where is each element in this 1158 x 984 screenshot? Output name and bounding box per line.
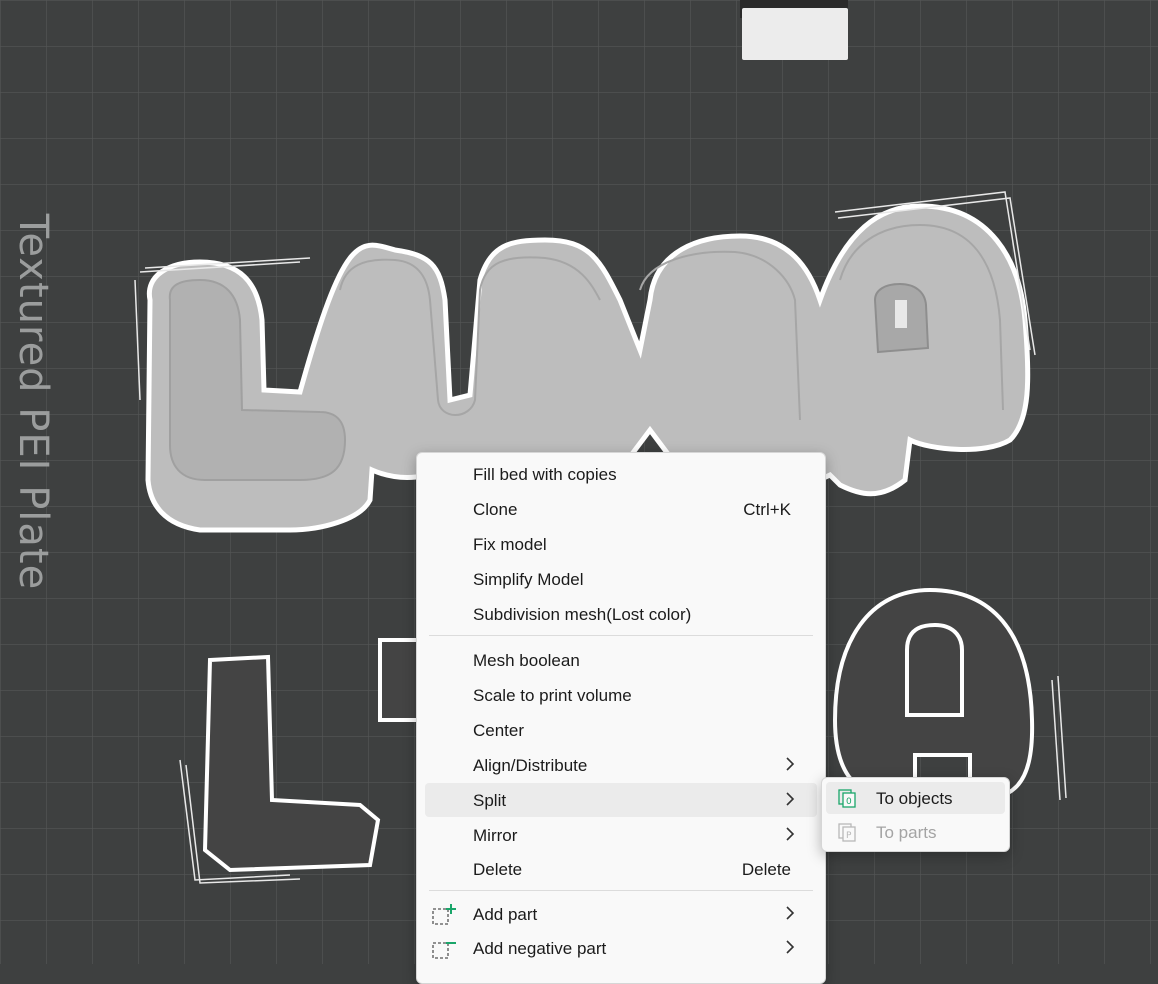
split-submenu: 0 To objects P To parts <box>821 777 1010 852</box>
menu-item-align-distribute[interactable]: Align/Distribute <box>425 748 817 782</box>
chevron-right-icon <box>786 827 795 841</box>
chevron-right-icon <box>786 757 795 771</box>
add-negative-part-icon <box>432 942 456 959</box>
context-menu: Fill bed with copies Clone Ctrl+K Fix mo… <box>416 452 826 984</box>
menu-separator <box>429 890 813 891</box>
menu-item-mirror[interactable]: Mirror <box>425 818 817 852</box>
menu-item-label: Split <box>473 791 507 810</box>
menu-item-label: Subdivision mesh(Lost color) <box>473 605 692 624</box>
menu-separator <box>429 635 813 636</box>
menu-item-fill-bed[interactable]: Fill bed with copies <box>425 457 817 491</box>
to-parts-icon: P <box>838 823 856 842</box>
menu-item-add-part[interactable]: Add part <box>425 897 817 931</box>
submenu-item-label: To objects <box>876 789 953 808</box>
menu-item-label: Scale to print volume <box>473 686 632 705</box>
menu-item-label: Delete <box>473 860 523 879</box>
svg-text:0: 0 <box>846 797 852 807</box>
shortcut-text: Ctrl+K <box>743 500 791 519</box>
menu-item-label: Mirror <box>473 826 518 845</box>
add-part-icon <box>432 904 456 925</box>
to-objects-icon: 0 <box>838 789 856 808</box>
menu-item-clone[interactable]: Clone Ctrl+K <box>425 492 817 526</box>
plate-label: Textured PEI Plate <box>10 213 56 591</box>
menu-item-subdivision-mesh[interactable]: Subdivision mesh(Lost color) <box>425 597 817 631</box>
submenu-item-to-objects[interactable]: 0 To objects <box>826 782 1005 814</box>
submenu-item-to-parts: P To parts <box>826 816 1005 848</box>
menu-item-fix-model[interactable]: Fix model <box>425 527 817 561</box>
menu-item-label: Fill bed with copies <box>473 465 617 484</box>
small-block-model[interactable] <box>740 0 848 60</box>
menu-item-label: Align/Distribute <box>473 756 588 775</box>
chevron-right-icon <box>786 906 795 920</box>
menu-item-label: Fix model <box>473 535 547 554</box>
menu-item-scale-to-print-volume[interactable]: Scale to print volume <box>425 678 817 712</box>
menu-item-label: Clone <box>473 500 518 519</box>
chevron-right-icon <box>786 792 795 806</box>
menu-item-add-negative-part[interactable]: Add negative part <box>425 931 817 965</box>
menu-item-mesh-boolean[interactable]: Mesh boolean <box>425 643 817 677</box>
shortcut-text: Delete <box>741 860 791 879</box>
submenu-item-label: To parts <box>876 823 937 842</box>
chevron-right-icon <box>786 940 795 954</box>
menu-item-label: Center <box>473 721 525 740</box>
menu-item-label: Mesh boolean <box>473 651 580 670</box>
menu-item-delete[interactable]: Delete Delete <box>425 852 817 886</box>
menu-item-center[interactable]: Center <box>425 713 817 747</box>
menu-item-split[interactable]: Split <box>425 783 817 817</box>
svg-text:P: P <box>846 831 852 841</box>
menu-item-simplify-model[interactable]: Simplify Model <box>425 562 817 596</box>
menu-item-label: Add part <box>473 905 538 924</box>
menu-item-label: Add negative part <box>473 939 607 958</box>
menu-item-label: Simplify Model <box>473 570 584 589</box>
